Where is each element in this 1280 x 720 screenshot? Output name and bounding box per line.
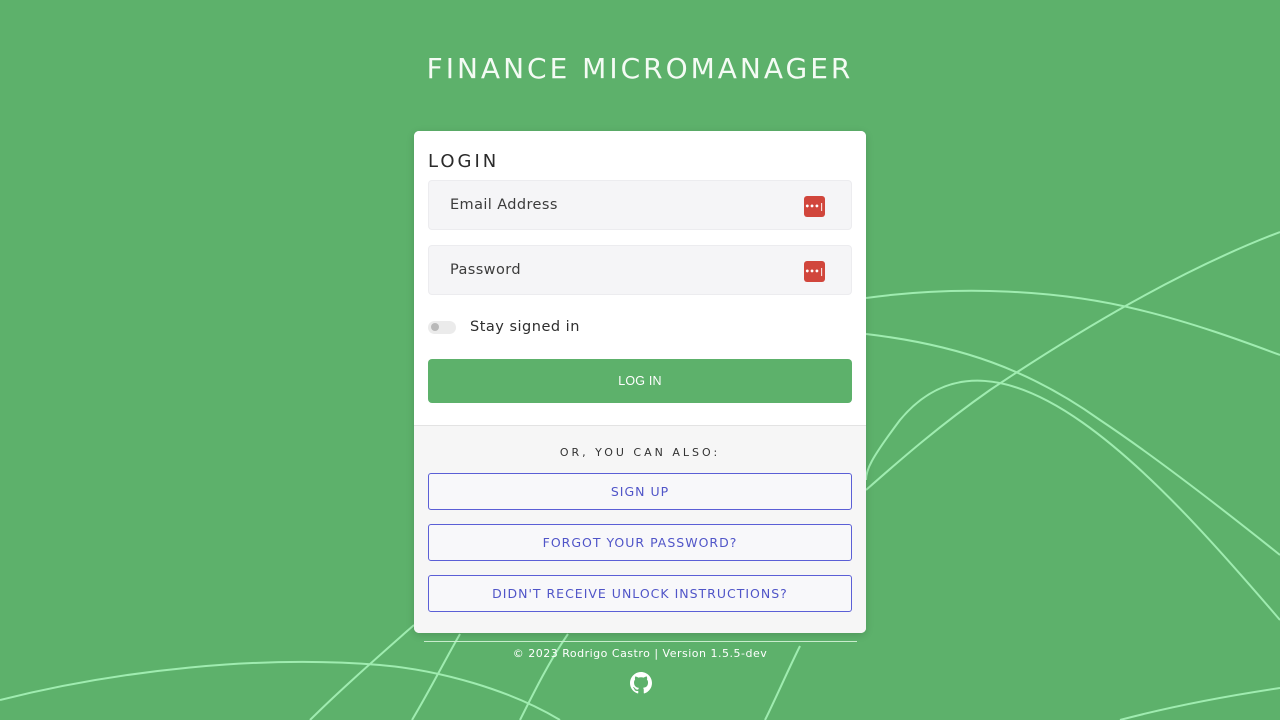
- login-card: LOGIN •••| •••| Stay signed in LOG IN OR…: [414, 131, 866, 633]
- forgot-password-button[interactable]: FORGOT YOUR PASSWORD?: [428, 524, 852, 561]
- stay-signed-in-label[interactable]: Stay signed in: [470, 319, 580, 335]
- log-in-button[interactable]: LOG IN: [428, 359, 852, 403]
- app-title: FINANCE MICROMANAGER: [426, 52, 854, 85]
- password-manager-icon[interactable]: •••|: [804, 261, 825, 282]
- unlock-instructions-button[interactable]: DIDN'T RECEIVE UNLOCK INSTRUCTIONS?: [428, 575, 852, 612]
- email-field[interactable]: [429, 181, 851, 229]
- footer-divider: [424, 641, 857, 642]
- login-heading: LOGIN: [428, 151, 500, 172]
- email-field-container: •••|: [428, 180, 852, 230]
- password-manager-icon[interactable]: •••|: [804, 196, 825, 217]
- footer-copyright: © 2023 Rodrigo Castro | Version 1.5.5-de…: [512, 647, 768, 660]
- stay-signed-in-toggle[interactable]: [428, 320, 456, 334]
- alternative-actions: OR, YOU CAN ALSO: SIGN UP FORGOT YOUR PA…: [414, 425, 866, 633]
- sign-up-button[interactable]: SIGN UP: [428, 473, 852, 510]
- login-form: LOGIN •••| •••| Stay signed in LOG IN: [414, 131, 866, 425]
- alternatives-heading: OR, YOU CAN ALSO:: [559, 446, 721, 459]
- password-field[interactable]: [429, 246, 851, 294]
- github-icon: [630, 672, 652, 694]
- github-link[interactable]: [630, 672, 652, 694]
- password-field-container: •••|: [428, 245, 852, 295]
- toggle-knob: [431, 323, 439, 331]
- stay-signed-in-row: Stay signed in: [428, 318, 580, 336]
